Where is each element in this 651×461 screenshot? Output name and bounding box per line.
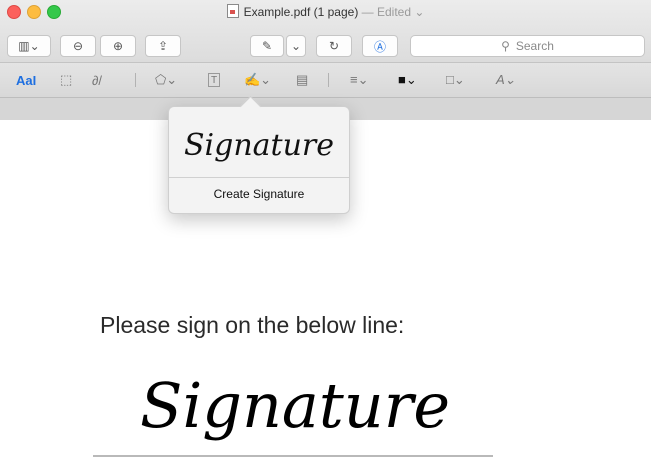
share-button[interactable]: ⇪ (145, 35, 181, 57)
signature-line (93, 455, 493, 457)
rotate-button[interactable]: ↻ (316, 35, 352, 57)
rect-selection-icon[interactable]: ⬚ (60, 71, 72, 89)
document-signature[interactable]: Signature (0, 355, 600, 455)
toolbar-divider (135, 73, 136, 87)
zoom-in-icon: ⊕ (112, 39, 124, 53)
pdf-file-icon (226, 4, 239, 18)
signature-preview[interactable]: Signature (169, 113, 349, 175)
line-style-icon[interactable]: ≡⌄ (350, 71, 368, 89)
pen-icon: ✎ (261, 39, 273, 53)
text-box-icon[interactable]: T (208, 73, 221, 87)
window-titlebar: Example.pdf (1 page) — Edited ⌄ ▥⌄ ⊖ ⊕ ⇪… (0, 0, 651, 63)
shapes-icon[interactable]: ⬠⌄ (155, 71, 177, 89)
window-title[interactable]: Example.pdf (1 page) — Edited ⌄ (0, 4, 651, 19)
zoom-in-button[interactable]: ⊕ (100, 35, 136, 57)
highlight-pen-button[interactable]: ✎ (250, 35, 284, 57)
pen-options-dropdown[interactable]: ⌄ (286, 35, 306, 57)
sign-instruction-text: Please sign on the below line: (100, 312, 405, 338)
create-signature-button[interactable]: Create Signature (169, 187, 349, 201)
signature-preview-text: Signature (184, 128, 334, 163)
search-icon: ⚲ (501, 39, 510, 53)
signature-popover: Signature Create Signature (168, 95, 350, 214)
note-icon[interactable]: ▤ (296, 71, 308, 89)
sketch-icon[interactable]: ∂/ (92, 71, 102, 89)
markup-toolbar-button[interactable]: Ⓐ (362, 35, 398, 57)
sidebar-toggle-button[interactable]: ▥⌄ (7, 35, 51, 57)
fill-color-icon[interactable]: □⌄ (446, 71, 465, 89)
signature-icon[interactable]: ✍⌄ (244, 71, 271, 89)
popover-divider (169, 177, 349, 178)
zoom-out-icon: ⊖ (72, 39, 84, 53)
search-placeholder: Search (515, 39, 554, 53)
zoom-out-button[interactable]: ⊖ (60, 35, 96, 57)
edited-status: — Edited ⌄ (361, 5, 425, 19)
text-style-icon[interactable]: A⌄ (496, 71, 516, 89)
markup-icon: Ⓐ (373, 39, 386, 54)
chevron-down-icon: ⌄ (290, 39, 302, 53)
document-name: Example.pdf (1 page) (243, 5, 359, 19)
share-icon: ⇪ (157, 39, 169, 53)
search-field[interactable]: ⚲ Search (410, 35, 645, 57)
sidebar-icon: ▥⌄ (18, 39, 40, 53)
markup-toolbar: AaI ⬚ ∂/ ⬠⌄ T ✍⌄ ▤ ≡⌄ ■⌄ □⌄ A⌄ (0, 63, 651, 98)
text-selection-tool[interactable]: AaI (16, 71, 36, 89)
signature-text: Signature (140, 369, 450, 442)
toolbar-divider (328, 73, 329, 87)
border-color-icon[interactable]: ■⌄ (398, 71, 417, 89)
rotate-icon: ↻ (328, 39, 340, 53)
